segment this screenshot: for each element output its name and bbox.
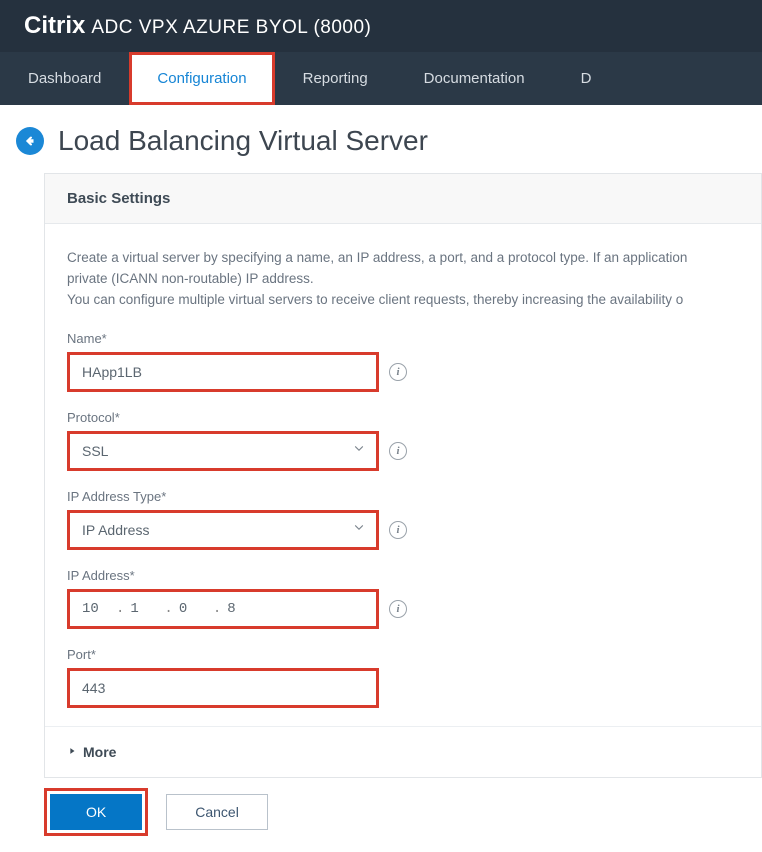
ip-octet-2[interactable]: 1 [130, 601, 158, 617]
brand-bold: Citrix [24, 12, 85, 40]
tab-downloads-truncated[interactable]: D [553, 52, 596, 105]
panel-body: Create a virtual server by specifying a … [45, 224, 761, 708]
info-icon[interactable]: i [389, 363, 407, 381]
cancel-button[interactable]: Cancel [166, 794, 268, 830]
page-title: Load Balancing Virtual Server [58, 125, 428, 157]
info-icon[interactable]: i [389, 442, 407, 460]
ip-separator: . [213, 601, 221, 617]
ip-octet-4[interactable]: 8 [227, 601, 255, 617]
desc-line-3: You can configure multiple virtual serve… [67, 292, 683, 307]
tab-configuration[interactable]: Configuration [129, 52, 274, 105]
more-toggle[interactable]: More [45, 726, 761, 777]
ip-separator: . [116, 601, 124, 617]
ip-type-label: IP Address Type* [67, 489, 739, 504]
button-row: OK Cancel [0, 778, 762, 852]
info-icon[interactable]: i [389, 521, 407, 539]
ip-type-select[interactable]: IP Address [70, 513, 376, 547]
desc-line-2: private (ICANN non-routable) IP address. [67, 271, 314, 286]
tab-dashboard[interactable]: Dashboard [0, 52, 129, 105]
panel-description: Create a virtual server by specifying a … [67, 248, 739, 311]
panel-title: Basic Settings [67, 190, 739, 207]
app-header: Citrix ADC VPX AZURE BYOL (8000) [0, 0, 762, 52]
info-icon[interactable]: i [389, 600, 407, 618]
tab-reporting[interactable]: Reporting [275, 52, 396, 105]
settings-panel: Basic Settings Create a virtual server b… [44, 173, 762, 778]
protocol-label: Protocol* [67, 410, 739, 425]
panel-header: Basic Settings [45, 174, 761, 224]
port-input[interactable] [70, 671, 376, 705]
ip-separator: . [164, 601, 172, 617]
tab-documentation[interactable]: Documentation [396, 52, 553, 105]
nav-bar: Dashboard Configuration Reporting Docume… [0, 52, 762, 105]
ip-address-field[interactable]: 10 . 1 . 0 . 8 [67, 589, 379, 629]
name-input[interactable] [70, 355, 376, 389]
desc-line-1: Create a virtual server by specifying a … [67, 250, 687, 265]
protocol-select[interactable]: SSL [70, 434, 376, 468]
brand-rest: ADC VPX AZURE BYOL (8000) [91, 17, 371, 39]
more-label: More [83, 744, 116, 760]
page-title-row: Load Balancing Virtual Server [0, 105, 762, 173]
name-label: Name* [67, 331, 739, 346]
back-button[interactable] [16, 127, 44, 155]
ok-button[interactable]: OK [50, 794, 142, 830]
ip-address-label: IP Address* [67, 568, 739, 583]
caret-right-icon [67, 743, 77, 761]
ip-octet-1[interactable]: 10 [82, 601, 110, 617]
arrow-left-icon [23, 134, 37, 148]
port-label: Port* [67, 647, 739, 662]
ip-octet-3[interactable]: 0 [179, 601, 207, 617]
